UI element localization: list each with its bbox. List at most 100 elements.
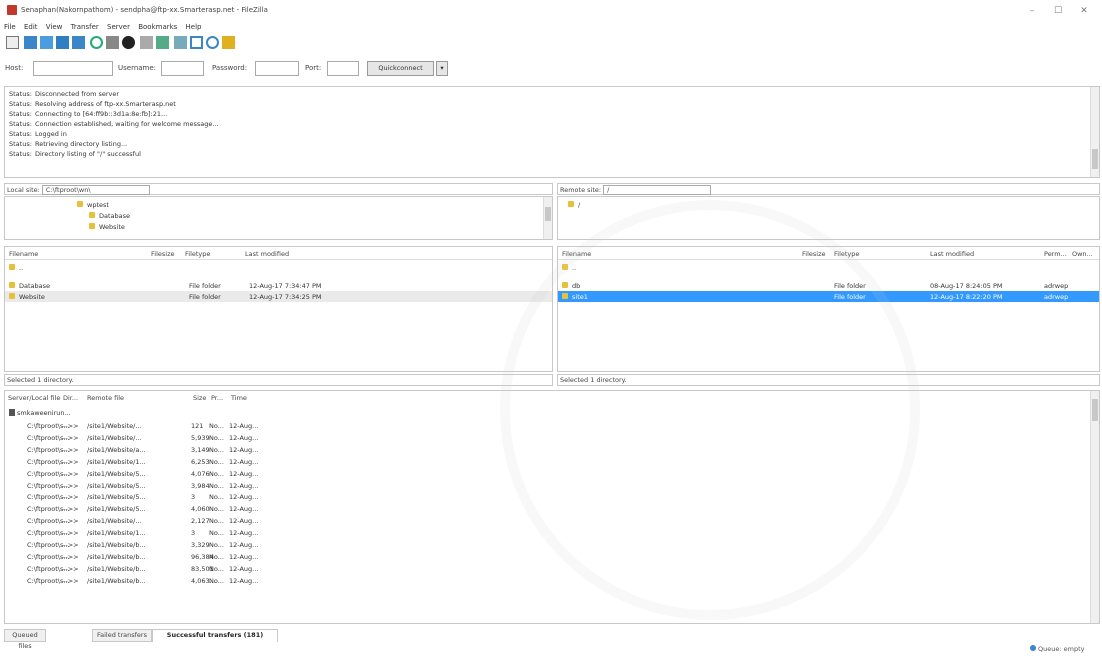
reconnect-icon[interactable] xyxy=(156,36,169,49)
queue-row[interactable]: C:\ftproot\s... -->>/site1/Website/... 121… xyxy=(5,420,1099,431)
process-queue-icon[interactable] xyxy=(106,36,119,49)
queue-direction: -->> xyxy=(63,564,79,573)
queue-row[interactable]: C:\ftproot\s... -->>/site1/Website/... 5,9… xyxy=(5,432,1099,443)
toggle-log-icon[interactable] xyxy=(24,36,37,49)
queue-time: 12-Aug... xyxy=(229,517,259,526)
menu-server[interactable]: Server xyxy=(107,23,130,31)
local-status-bar: Selected 1 directory. xyxy=(4,374,553,386)
queue-size: 2,127 xyxy=(191,517,210,526)
folder-icon xyxy=(89,212,95,218)
col-time[interactable]: Time xyxy=(231,394,247,402)
queue-row[interactable]: C:\ftproot\s... -->>/site1/Website/5... 4,… xyxy=(5,503,1099,514)
queue-row[interactable]: C:\ftproot\s... -->>/site1/Website/b... 83… xyxy=(5,563,1099,574)
folder-icon xyxy=(9,293,15,299)
col-priority[interactable]: Pr... xyxy=(211,394,223,402)
maximize-button[interactable]: ☐ xyxy=(1048,4,1068,18)
menu-help[interactable]: Help xyxy=(186,23,202,31)
tree-item[interactable]: Database xyxy=(5,210,552,221)
queue-status-icon xyxy=(1030,645,1036,651)
tab-successful-transfers[interactable]: Successful transfers (181) xyxy=(152,629,278,642)
queue-time: 12-Aug... xyxy=(229,469,259,478)
queue-direction: -->> xyxy=(63,433,79,442)
list-item[interactable]: .. xyxy=(5,262,552,273)
queue-size: 3,149 xyxy=(191,445,210,454)
filter-icon[interactable] xyxy=(174,36,187,49)
tab-failed-transfers[interactable]: Failed transfers xyxy=(92,629,152,642)
queue-row[interactable]: C:\ftproot\s... -->>/site1/Website/5... 3,… xyxy=(5,480,1099,491)
toggle-local-tree-icon[interactable] xyxy=(40,36,53,49)
disconnect-icon[interactable] xyxy=(140,36,153,49)
col-server-local-file[interactable]: Server/Local file xyxy=(8,394,60,402)
col-filename[interactable]: Filename xyxy=(9,250,38,258)
col-filetype[interactable]: Filetype xyxy=(834,250,859,258)
col-filename[interactable]: Filename xyxy=(562,250,591,258)
col-filesize[interactable]: Filesize xyxy=(802,250,825,258)
log-line: Status: Directory listing of "/" successf… xyxy=(9,150,141,158)
search-files-icon[interactable] xyxy=(222,36,235,49)
col-last-modified[interactable]: Last modified xyxy=(245,250,289,258)
password-input[interactable] xyxy=(255,61,299,76)
queue-priority: No... xyxy=(209,493,224,502)
site-manager-icon[interactable] xyxy=(6,36,19,49)
queue-row[interactable]: C:\ftproot\s... -->>/site1/Website/1... 3 N… xyxy=(5,527,1099,538)
queue-direction: -->> xyxy=(63,517,79,526)
list-item[interactable]: db File folder 08-Aug-17 8:24:05 PM adrwep xyxy=(558,280,1099,291)
close-button[interactable]: ✕ xyxy=(1074,4,1094,18)
queue-row[interactable]: C:\ftproot\s... -->>/site1/Website/1... 6,… xyxy=(5,456,1099,467)
local-path-input[interactable]: C:\ftproot\wn\ xyxy=(41,185,150,195)
col-permissions[interactable]: Perm... xyxy=(1044,250,1067,258)
username-input[interactable] xyxy=(161,61,204,76)
remote-path-input[interactable]: / xyxy=(603,185,712,195)
tree-item[interactable]: wptest xyxy=(5,199,552,210)
queue-row[interactable]: C:\ftproot\s... -->>/site1/Website/5... 3 N… xyxy=(5,491,1099,502)
tree-item[interactable]: / xyxy=(558,199,1099,210)
host-input[interactable] xyxy=(33,61,113,76)
queue-server-row[interactable]: smkaweenirun... xyxy=(5,407,1099,418)
queue-row[interactable]: C:\ftproot\s... -->>/site1/Website/b... 96… xyxy=(5,551,1099,562)
queue-row[interactable]: C:\ftproot\s... -->>/site1/Website/b... 3,… xyxy=(5,539,1099,550)
cancel-operation-icon[interactable] xyxy=(122,36,135,49)
queue-row[interactable]: C:\ftproot\s... -->>/site1/Website/5... 4,… xyxy=(5,468,1099,479)
local-tree: wptest Database Website xyxy=(4,196,553,240)
col-owner[interactable]: Own... xyxy=(1072,250,1093,258)
refresh-icon[interactable] xyxy=(90,36,103,49)
tab-queued-files[interactable]: Queued files xyxy=(4,629,46,650)
log-scrollbar[interactable] xyxy=(1090,87,1099,177)
port-input[interactable] xyxy=(327,61,359,76)
col-size[interactable]: Size xyxy=(193,394,206,402)
log-scroll-thumb[interactable] xyxy=(1092,149,1098,169)
queue-row[interactable]: C:\ftproot\s... -->>/site1/Website/... 2,1… xyxy=(5,515,1099,526)
list-item[interactable]: Database File folder 12-Aug-17 7:34:47 PM xyxy=(5,280,552,291)
queue-scroll-thumb[interactable] xyxy=(1092,399,1098,421)
queue-row[interactable]: C:\ftproot\s... -->>/site1/Website/b... 4,… xyxy=(5,575,1099,586)
local-tree-scrollbar[interactable] xyxy=(543,197,552,239)
col-filetype[interactable]: Filetype xyxy=(185,250,210,258)
toggle-queue-icon[interactable] xyxy=(72,36,85,49)
list-item-selected[interactable]: site1 File folder 12-Aug-17 8:22:20 PM adrw… xyxy=(558,291,1099,302)
queue-direction: -->> xyxy=(63,457,79,466)
col-filesize[interactable]: Filesize xyxy=(151,250,174,258)
menu-bookmarks[interactable]: Bookmarks xyxy=(138,23,177,31)
menu-edit[interactable]: Edit xyxy=(24,23,38,31)
queue-remote-file: /site1/Website/b... xyxy=(87,552,146,561)
folder-icon xyxy=(562,293,568,299)
queue-time: 12-Aug... xyxy=(229,445,259,454)
quickconnect-button[interactable]: Quickconnect xyxy=(367,61,434,76)
local-tree-scroll-thumb[interactable] xyxy=(545,207,551,221)
col-remote-file[interactable]: Remote file xyxy=(87,394,124,402)
menu-view[interactable]: View xyxy=(46,23,63,31)
minimize-button[interactable]: – xyxy=(1022,4,1042,18)
tree-item[interactable]: Website xyxy=(5,221,552,232)
col-direction[interactable]: Dir... xyxy=(63,394,78,402)
queue-scrollbar[interactable] xyxy=(1090,391,1099,623)
queue-row[interactable]: C:\ftproot\s... -->>/site1/Website/a... 3,… xyxy=(5,444,1099,455)
sync-browsing-icon[interactable] xyxy=(190,36,203,49)
col-last-modified[interactable]: Last modified xyxy=(930,250,974,258)
quickconnect-dropdown-icon[interactable]: ▾ xyxy=(436,61,448,76)
toggle-remote-tree-icon[interactable] xyxy=(56,36,69,49)
list-item[interactable]: .. xyxy=(558,262,1099,273)
list-item[interactable]: Website File folder 12-Aug-17 7:34:25 PM xyxy=(5,291,552,302)
menu-transfer[interactable]: Transfer xyxy=(71,23,99,31)
menu-file[interactable]: File xyxy=(4,23,16,31)
dir-compare-icon[interactable] xyxy=(206,36,219,49)
